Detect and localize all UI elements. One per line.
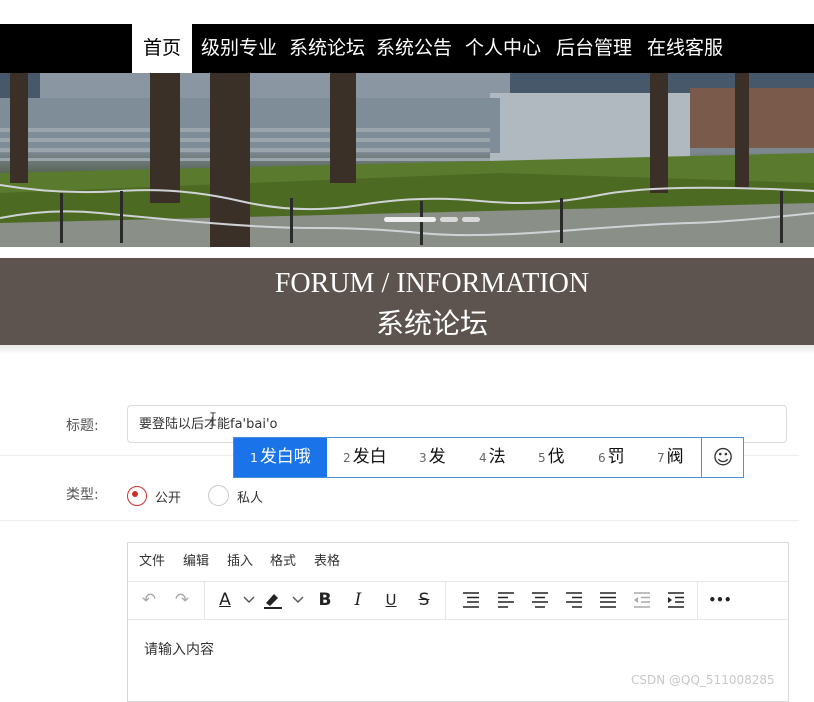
align-right-icon[interactable] bbox=[565, 592, 583, 608]
editor-menubar: 文件 编辑 插入 格式 表格 bbox=[128, 543, 788, 582]
ime-candidate-1[interactable]: 1 发白哦 bbox=[234, 438, 327, 477]
smiley-icon[interactable]: ☺ bbox=[701, 438, 744, 477]
ime-candidate-5[interactable]: 5伐 bbox=[538, 438, 565, 477]
ime-candidate-4[interactable]: 4法 bbox=[479, 438, 506, 477]
toolbar-divider bbox=[445, 581, 446, 619]
toolbar-divider bbox=[697, 581, 698, 619]
bold-icon[interactable]: B bbox=[312, 581, 338, 619]
outdent-icon[interactable] bbox=[633, 592, 651, 608]
undo-icon[interactable]: ↶ bbox=[136, 581, 162, 619]
row-divider bbox=[0, 520, 799, 521]
menu-format[interactable]: 格式 bbox=[270, 543, 296, 581]
watermark: CSDN @QQ_511008285 bbox=[631, 673, 775, 687]
chevron-down-icon[interactable] bbox=[243, 595, 255, 605]
chevron-down-icon[interactable] bbox=[292, 595, 304, 605]
section-title-cn: 系统论坛 bbox=[375, 307, 488, 340]
nav-item-support[interactable]: 在线客服 bbox=[647, 24, 723, 73]
strikethrough-icon[interactable]: S bbox=[411, 581, 437, 619]
editor-toolbar: ↶ ↷ A B I U S ••• bbox=[128, 581, 788, 620]
ime-candidate-bar: 1 发白哦 2 发白 3发 4法 5伐 6罚 7阀 ☺ bbox=[233, 437, 744, 478]
editor-placeholder[interactable]: 请输入内容 bbox=[144, 639, 214, 659]
section-header: FORUM / INFORMATION 系统论坛 bbox=[0, 258, 814, 345]
redo-icon[interactable]: ↷ bbox=[169, 581, 195, 619]
top-navigation: 首页 级别专业 系统论坛 系统公告 个人中心 后台管理 在线客服 bbox=[0, 24, 814, 73]
carousel-dot-2[interactable] bbox=[440, 217, 458, 222]
carousel-dot-1[interactable] bbox=[384, 217, 436, 222]
top-spacer bbox=[0, 0, 814, 24]
toolbar-divider bbox=[204, 581, 205, 619]
highlight-color-icon[interactable] bbox=[262, 590, 284, 610]
align-center-icon[interactable] bbox=[531, 592, 549, 608]
font-color-icon[interactable]: A bbox=[212, 581, 238, 619]
nav-item-levels[interactable]: 级别专业 bbox=[201, 24, 277, 73]
underline-icon[interactable]: U bbox=[378, 581, 404, 619]
section-title-en: FORUM / INFORMATION bbox=[274, 268, 590, 299]
indent-icon[interactable] bbox=[667, 592, 685, 608]
nav-item-announcements[interactable]: 系统公告 bbox=[376, 24, 452, 73]
align-justify-icon[interactable] bbox=[599, 592, 617, 608]
nav-item-home[interactable]: 首页 bbox=[132, 24, 192, 73]
align-left-icon[interactable] bbox=[497, 592, 515, 608]
menu-insert[interactable]: 插入 bbox=[227, 543, 253, 581]
carousel-dot-3[interactable] bbox=[462, 217, 480, 222]
type-private-label[interactable]: 私人 bbox=[237, 487, 263, 506]
text-cursor-icon bbox=[210, 412, 216, 426]
spacer bbox=[0, 247, 814, 258]
type-label: 类型: bbox=[66, 487, 99, 503]
nav-item-forum[interactable]: 系统论坛 bbox=[289, 24, 365, 73]
type-public-radio[interactable] bbox=[127, 486, 147, 506]
menu-table[interactable]: 表格 bbox=[314, 543, 340, 581]
ime-candidate-7[interactable]: 7阀 bbox=[657, 438, 684, 477]
ime-candidate-2[interactable]: 2 发白 bbox=[343, 438, 387, 477]
menu-edit[interactable]: 编辑 bbox=[183, 543, 209, 581]
line-height-icon[interactable] bbox=[461, 592, 481, 608]
italic-icon[interactable]: I bbox=[345, 581, 371, 619]
ime-candidate-6[interactable]: 6罚 bbox=[598, 438, 625, 477]
ime-candidate-3[interactable]: 3发 bbox=[419, 438, 446, 477]
more-icon[interactable]: ••• bbox=[706, 581, 734, 619]
nav-item-profile[interactable]: 个人中心 bbox=[465, 24, 541, 73]
type-private-radio[interactable] bbox=[208, 485, 229, 506]
type-public-label[interactable]: 公开 bbox=[155, 487, 181, 506]
menu-file[interactable]: 文件 bbox=[139, 543, 165, 581]
title-label: 标题: bbox=[66, 418, 99, 434]
nav-item-admin[interactable]: 后台管理 bbox=[556, 24, 632, 73]
divider bbox=[0, 345, 814, 355]
